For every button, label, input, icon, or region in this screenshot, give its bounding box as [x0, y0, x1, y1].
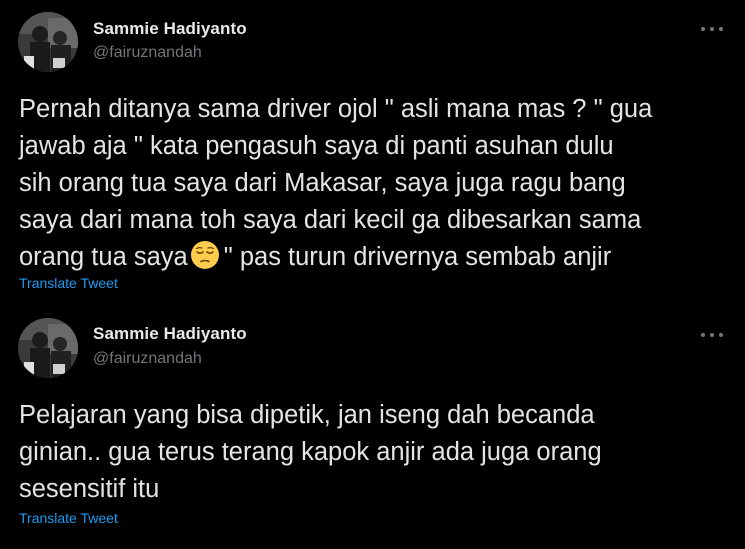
translate-tweet-link[interactable]: Translate Tweet [19, 510, 118, 526]
tweet-text: Pernah ditanya sama driver ojol " asli m… [19, 91, 729, 276]
author-handle[interactable]: @fairuznandah [93, 44, 202, 62]
tweet-text-part: " pas turun drivernya sembab anjir [223, 243, 612, 271]
author-name[interactable]: Sammie Hadiyanto [93, 19, 247, 39]
author-name[interactable]: Sammie Hadiyanto [93, 324, 247, 344]
translate-tweet-link[interactable]: Translate Tweet [19, 275, 118, 291]
more-options-icon[interactable] [701, 325, 723, 345]
avatar[interactable] [18, 318, 78, 378]
tweet[interactable]: Sammie Hadiyanto @fairuznandah Pernah di… [0, 0, 745, 300]
tweet[interactable]: Sammie Hadiyanto @fairuznandah Pelajaran… [0, 304, 745, 549]
more-options-icon[interactable] [701, 19, 723, 39]
pensive-face-emoji-icon [190, 241, 219, 269]
avatar[interactable] [18, 12, 78, 72]
tweet-text: Pelajaran yang bisa dipetik, jan iseng d… [19, 401, 602, 503]
author-handle[interactable]: @fairuznandah [93, 350, 202, 368]
